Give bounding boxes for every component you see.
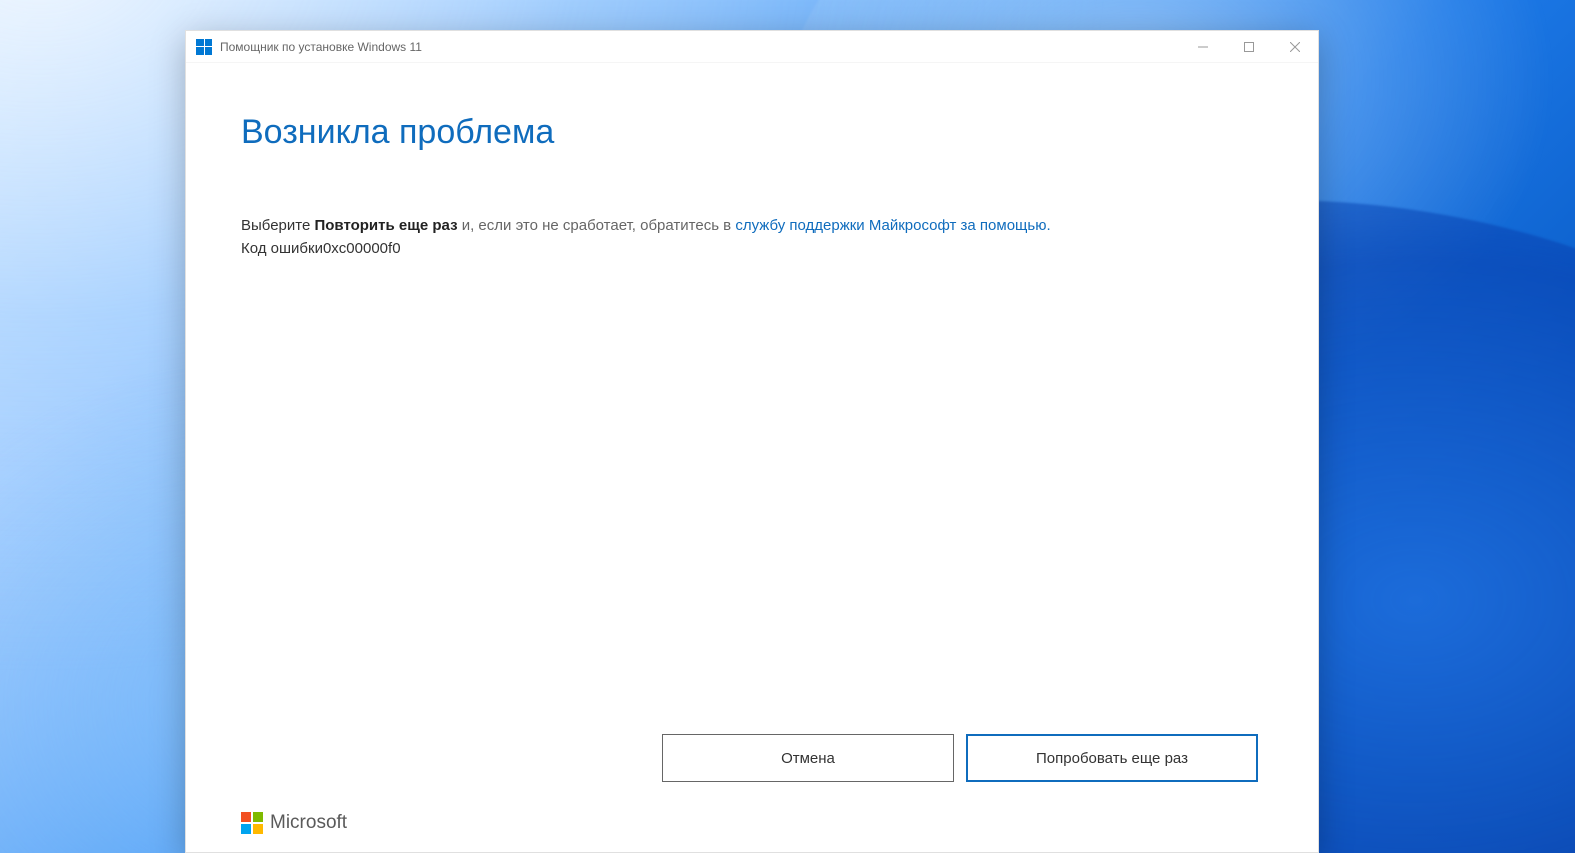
window-title: Помощник по установке Windows 11 (220, 40, 422, 54)
titlebar[interactable]: Помощник по установке Windows 11 (186, 31, 1318, 63)
page-heading: Возникла проблема (241, 113, 1263, 152)
button-row: Отмена Попробовать еще раз (241, 734, 1263, 782)
msg-prefix: Выберите (241, 217, 314, 234)
window-controls (1180, 31, 1318, 63)
support-link[interactable]: службу поддержки Майкрософт за помощью. (735, 217, 1050, 234)
microsoft-logo: Microsoft (241, 812, 347, 834)
microsoft-logo-icon (241, 812, 263, 834)
error-code-value: 0xc00000f0 (323, 240, 401, 257)
msg-bold: Повторить еще раз (314, 217, 457, 234)
close-button[interactable] (1272, 31, 1318, 63)
windows-icon (196, 39, 212, 55)
retry-button[interactable]: Попробовать еще раз (966, 734, 1258, 782)
installer-window: Помощник по установке Windows 11 Возникл… (185, 30, 1319, 853)
msg-mid: и, если это не сработает, обратитесь в (458, 217, 736, 234)
footer: Microsoft (186, 812, 1318, 852)
content-area: Возникла проблема Выберите Повторить еще… (186, 63, 1318, 812)
cancel-button[interactable]: Отмена (662, 734, 954, 782)
microsoft-logo-text: Microsoft (270, 812, 347, 834)
error-code-line: Код ошибки0xc00000f0 (241, 240, 1263, 257)
maximize-button[interactable] (1226, 31, 1272, 63)
error-message: Выберите Повторить еще раз и, если это н… (241, 214, 1263, 238)
error-label: Код ошибки (241, 240, 323, 257)
minimize-button[interactable] (1180, 31, 1226, 63)
